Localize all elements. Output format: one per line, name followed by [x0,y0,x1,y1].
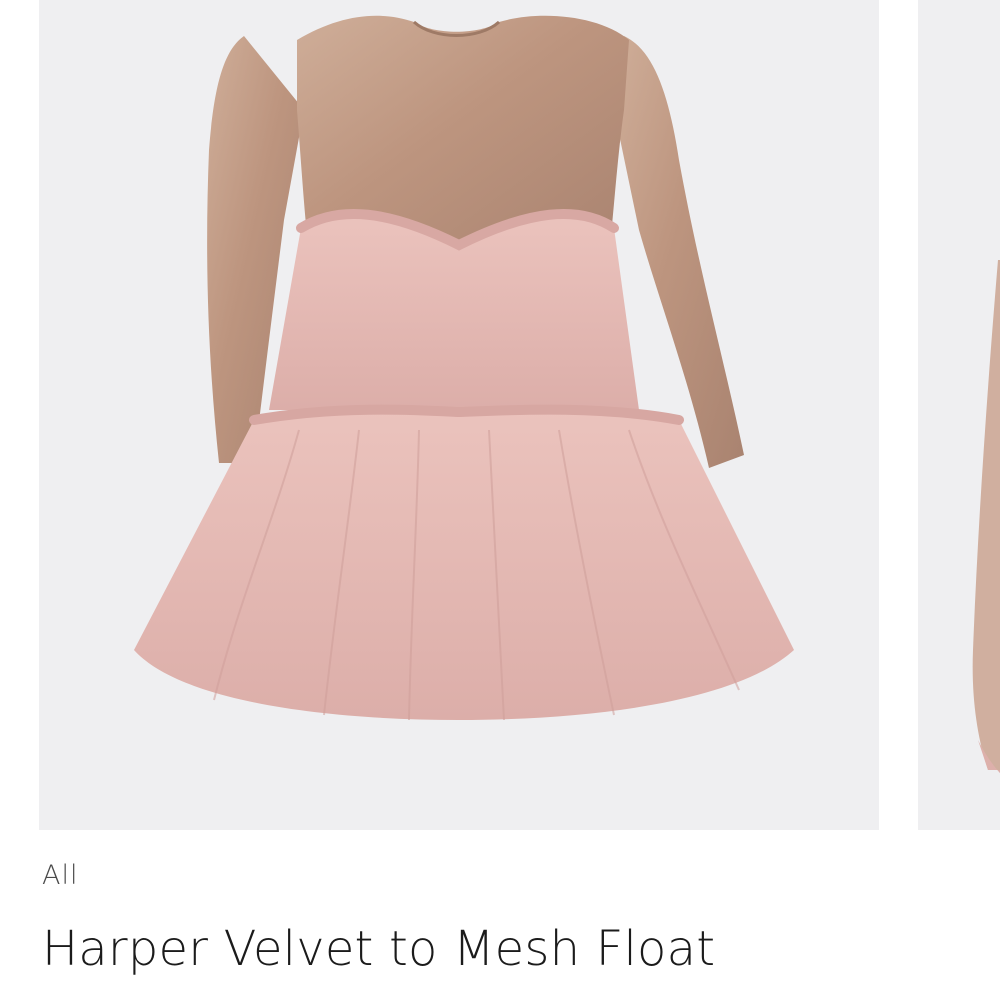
product-title[interactable]: Harper Velvet to Mesh Float [42,921,715,977]
next-dress-photo-partial [972,260,1000,774]
product-image-card[interactable] [39,0,879,830]
dress-product-photo [134,15,794,721]
next-product-image-card[interactable] [918,0,1000,830]
product-image-carousel[interactable] [0,0,1000,830]
product-category[interactable]: All [42,860,78,891]
product-listing-page: All Harper Velvet to Mesh Float [0,0,1000,1000]
